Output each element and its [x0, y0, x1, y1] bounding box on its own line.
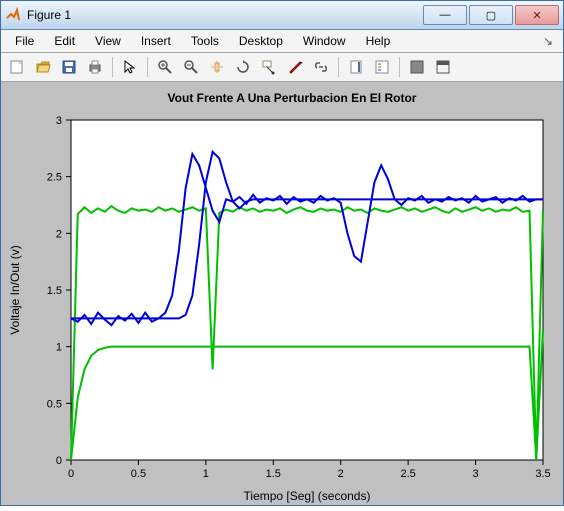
- menu-help[interactable]: Help: [366, 34, 391, 48]
- svg-text:0: 0: [56, 455, 62, 467]
- minimize-button[interactable]: —: [423, 5, 467, 25]
- rotate-icon[interactable]: [231, 55, 255, 79]
- menu-desktop[interactable]: Desktop: [239, 34, 283, 48]
- svg-text:1.5: 1.5: [266, 468, 281, 480]
- svg-text:Vout Frente A Una Perturbacion: Vout Frente A Una Perturbacion En El Rot…: [168, 91, 417, 105]
- svg-text:3.5: 3.5: [535, 468, 550, 480]
- data-cursor-icon[interactable]: [257, 55, 281, 79]
- menu-insert[interactable]: Insert: [141, 34, 171, 48]
- menu-file[interactable]: File: [15, 34, 34, 48]
- pointer-icon[interactable]: [118, 55, 142, 79]
- svg-text:Tiempo [Seg] (seconds): Tiempo [Seg] (seconds): [244, 489, 371, 503]
- pan-icon[interactable]: [205, 55, 229, 79]
- svg-text:2: 2: [56, 228, 62, 240]
- svg-text:2.5: 2.5: [47, 172, 62, 184]
- maximize-button[interactable]: ▢: [469, 5, 513, 25]
- toolbar: [1, 53, 563, 82]
- svg-text:1.5: 1.5: [47, 285, 62, 297]
- svg-text:2.5: 2.5: [400, 468, 415, 480]
- dock-icon[interactable]: [431, 55, 455, 79]
- figure-window: Figure 1 — ▢ ✕ File Edit View Insert Too…: [0, 0, 564, 506]
- zoom-in-icon[interactable]: [153, 55, 177, 79]
- menubar: File Edit View Insert Tools Desktop Wind…: [1, 30, 563, 53]
- menu-edit[interactable]: Edit: [54, 34, 75, 48]
- svg-text:2: 2: [338, 468, 344, 480]
- figure-canvas[interactable]: Vout Frente A Una Perturbacion En El Rot…: [1, 82, 563, 505]
- menu-view[interactable]: View: [95, 34, 121, 48]
- menu-tools[interactable]: Tools: [191, 34, 219, 48]
- menu-overflow-icon[interactable]: ↘: [543, 34, 553, 48]
- window-title: Figure 1: [27, 8, 71, 22]
- svg-text:Voltaje In/Out (v): Voltaje In/Out (v): [8, 245, 22, 334]
- link-icon[interactable]: [309, 55, 333, 79]
- svg-text:3: 3: [56, 115, 62, 127]
- menu-window[interactable]: Window: [303, 34, 346, 48]
- save-icon[interactable]: [57, 55, 81, 79]
- new-figure-icon[interactable]: [5, 55, 29, 79]
- zoom-out-icon[interactable]: [179, 55, 203, 79]
- svg-text:0.5: 0.5: [47, 398, 62, 410]
- matlab-icon: [5, 7, 21, 23]
- axes[interactable]: Vout Frente A Una Perturbacion En El Rot…: [1, 82, 563, 508]
- close-button[interactable]: ✕: [515, 5, 559, 25]
- svg-text:1: 1: [203, 468, 209, 480]
- titlebar[interactable]: Figure 1 — ▢ ✕: [1, 1, 563, 30]
- open-icon[interactable]: [31, 55, 55, 79]
- svg-text:3: 3: [473, 468, 479, 480]
- print-icon[interactable]: [83, 55, 107, 79]
- svg-text:0: 0: [68, 468, 74, 480]
- legend-icon[interactable]: [370, 55, 394, 79]
- brush-icon[interactable]: [283, 55, 307, 79]
- svg-text:1: 1: [56, 342, 62, 354]
- hide-tools-icon[interactable]: [405, 55, 429, 79]
- colorbar-icon[interactable]: [344, 55, 368, 79]
- svg-text:0.5: 0.5: [131, 468, 146, 480]
